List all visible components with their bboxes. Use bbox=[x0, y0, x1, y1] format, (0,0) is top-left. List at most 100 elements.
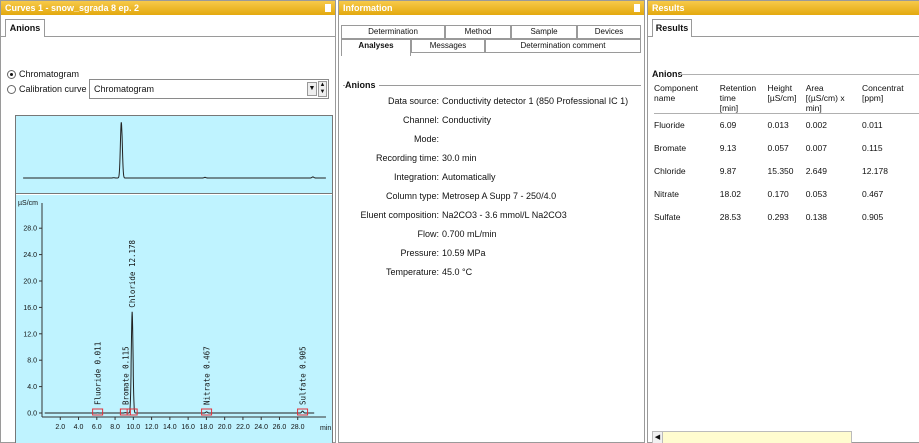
radio-chromatogram[interactable]: Chromatogram bbox=[7, 69, 79, 79]
chevron-down-icon[interactable]: ▼ bbox=[307, 82, 317, 96]
results-body: Fluoride 6.09 0.013 0.002 0.011 Bromate 9.13 0.… bbox=[654, 114, 919, 229]
table-cell: 15.350 bbox=[767, 166, 794, 176]
radio-off-icon[interactable] bbox=[7, 84, 16, 94]
maximize-icon[interactable] bbox=[325, 4, 331, 12]
maximize-icon[interactable] bbox=[634, 4, 640, 12]
peak-marker[interactable] bbox=[126, 408, 138, 416]
x-tick-label: 10.0 bbox=[127, 424, 141, 431]
spin-arrows-icon[interactable]: ▲ ▼ bbox=[318, 81, 327, 97]
table-cell: 9.13 bbox=[719, 143, 737, 153]
info-key: Mode: bbox=[413, 134, 439, 144]
table-cell: 0.905 bbox=[861, 212, 884, 222]
info-row: Column type: Metrosep A Supp 7 - 250/4.0 bbox=[343, 191, 641, 201]
x-tick-label: 12.0 bbox=[145, 424, 159, 431]
results-table[interactable]: Component name Retention time [min] Height[… bbox=[654, 83, 919, 229]
peak-marker[interactable] bbox=[92, 408, 104, 416]
table-row[interactable]: Bromate 9.13 0.057 0.007 0.115 bbox=[654, 137, 919, 160]
info-row: Flow: 0.700 mL/min bbox=[343, 229, 641, 239]
table-cell: 0.170 bbox=[767, 189, 789, 199]
y-tick-label: 12.0 bbox=[23, 331, 37, 338]
chromatogram-overview[interactable] bbox=[16, 116, 332, 194]
y-tick-label: 20.0 bbox=[23, 279, 37, 286]
peak-label: Nitrate 0.467 bbox=[203, 346, 212, 405]
table-row[interactable]: Nitrate 18.02 0.170 0.053 0.467 bbox=[654, 183, 919, 206]
table-cell: 0.053 bbox=[805, 189, 827, 199]
tab-sample[interactable]: Sample bbox=[511, 25, 577, 39]
chromatogram-main-plot[interactable]: µS/cm 28.0 24.0 20.0 16.0 12.0 8.0 4.0 0.0 2.0 4.0… bbox=[16, 195, 332, 443]
column-header[interactable]: Height [µS/cm] bbox=[767, 83, 806, 114]
radio-on-icon[interactable] bbox=[7, 69, 16, 79]
column-header-unit: [min] bbox=[719, 103, 739, 113]
tab-results[interactable]: Results bbox=[652, 19, 692, 37]
column-header[interactable]: Component name bbox=[654, 83, 720, 114]
table-cell: Sulfate bbox=[654, 212, 681, 222]
x-tick-label: 24.0 bbox=[254, 424, 268, 431]
column-header[interactable]: Concentrat [ppm] bbox=[861, 83, 919, 114]
column-header-label: Component name bbox=[654, 83, 698, 103]
table-cell: 0.467 bbox=[861, 189, 884, 199]
table-row[interactable]: Sulfate 28.53 0.293 0.138 0.905 bbox=[654, 206, 919, 229]
info-row: Channel: Conductivity bbox=[343, 115, 641, 125]
column-header-unit: [(µS/cm) x min] bbox=[805, 93, 845, 113]
info-key: Pressure: bbox=[400, 248, 439, 258]
peak-marker[interactable] bbox=[119, 408, 131, 416]
chromatogram-select[interactable]: Chromatogram ▼ ▲ ▼ bbox=[89, 79, 329, 99]
x-tick-label: 26.0 bbox=[273, 424, 287, 431]
x-tick-label: 4.0 bbox=[74, 424, 84, 431]
info-key: Eluent composition: bbox=[360, 210, 439, 220]
column-header-label: Concentrat bbox=[861, 83, 904, 93]
x-tick-label: 22.0 bbox=[236, 424, 250, 431]
info-value: Automatically bbox=[442, 172, 496, 182]
tab-determination-comment[interactable]: Determination comment bbox=[485, 39, 641, 53]
information-panel: Information Determination Method Sample … bbox=[338, 0, 645, 443]
info-value: 30.0 min bbox=[442, 153, 477, 163]
peak-label: Chloride 12.178 bbox=[128, 239, 137, 307]
column-header-unit: [µS/cm] bbox=[767, 93, 797, 103]
info-key: Integration: bbox=[393, 172, 439, 182]
x-tick-label: 16.0 bbox=[181, 424, 195, 431]
tab-messages[interactable]: Messages bbox=[411, 39, 485, 53]
tab-method[interactable]: Method bbox=[445, 25, 511, 39]
x-tick-label: 8.0 bbox=[110, 424, 120, 431]
info-row: Mode: bbox=[343, 134, 641, 144]
info-key: Recording time: bbox=[375, 153, 439, 163]
info-value: 45.0 °C bbox=[442, 267, 473, 277]
tab-determination[interactable]: Determination bbox=[341, 25, 445, 39]
tab-analyses[interactable]: Analyses bbox=[341, 39, 411, 56]
info-key: Channel: bbox=[402, 115, 439, 125]
y-tick-label: 4.0 bbox=[27, 384, 37, 391]
table-row[interactable]: Fluoride 6.09 0.013 0.002 0.011 bbox=[654, 114, 919, 137]
table-row[interactable]: Chloride 9.87 15.350 2.649 12.178 bbox=[654, 160, 919, 183]
table-cell: 0.013 bbox=[767, 120, 789, 131]
info-key: Column type: bbox=[385, 191, 439, 201]
y-tick-label: 28.0 bbox=[23, 226, 37, 233]
tab-anions[interactable]: Anions bbox=[5, 19, 45, 37]
select-value: Chromatogram bbox=[94, 84, 155, 94]
information-titlebar[interactable]: Information bbox=[339, 1, 644, 15]
column-header[interactable]: Area [(µS/cm) x min] bbox=[805, 83, 862, 114]
radio-calibration-curve[interactable]: Calibration curve bbox=[7, 84, 87, 94]
table-cell: 12.178 bbox=[861, 166, 888, 176]
column-header[interactable]: Retention time [min] bbox=[719, 83, 768, 114]
curves-title: Curves 1 - snow_sgrada 8 ep. 2 bbox=[5, 3, 140, 13]
table-cell: 0.002 bbox=[805, 120, 827, 131]
info-value: Conductivity detector 1 (850 Professiona… bbox=[442, 96, 629, 106]
info-value: Na2CO3 - 3.6 mmol/L Na2CO3 bbox=[442, 210, 567, 220]
chromatogram-chart[interactable]: µS/cm 28.0 24.0 20.0 16.0 12.0 8.0 4.0 0.0 2.0 4.0… bbox=[15, 115, 333, 443]
overview-trace bbox=[23, 122, 326, 179]
column-header-label: Retention time bbox=[719, 83, 757, 103]
scroll-left-icon[interactable]: ◀ bbox=[653, 432, 663, 443]
x-tick-label: 20.0 bbox=[218, 424, 232, 431]
chromatogram-trace bbox=[44, 311, 315, 414]
info-row: Data source: Conductivity detector 1 (850… bbox=[343, 96, 641, 106]
column-header-unit: [ppm] bbox=[861, 93, 884, 103]
table-cell: 6.09 bbox=[719, 120, 737, 131]
table-cell: Fluoride bbox=[654, 120, 685, 131]
curves-titlebar[interactable]: Curves 1 - snow_sgrada 8 ep. 2 bbox=[1, 1, 335, 15]
table-cell: 28.53 bbox=[719, 212, 742, 222]
horizontal-scrollbar[interactable]: ◀ bbox=[652, 431, 852, 443]
peak-marker[interactable] bbox=[297, 408, 309, 416]
tab-devices[interactable]: Devices bbox=[577, 25, 641, 39]
x-tick-label: 14.0 bbox=[163, 424, 177, 431]
results-titlebar[interactable]: Results bbox=[648, 1, 919, 15]
